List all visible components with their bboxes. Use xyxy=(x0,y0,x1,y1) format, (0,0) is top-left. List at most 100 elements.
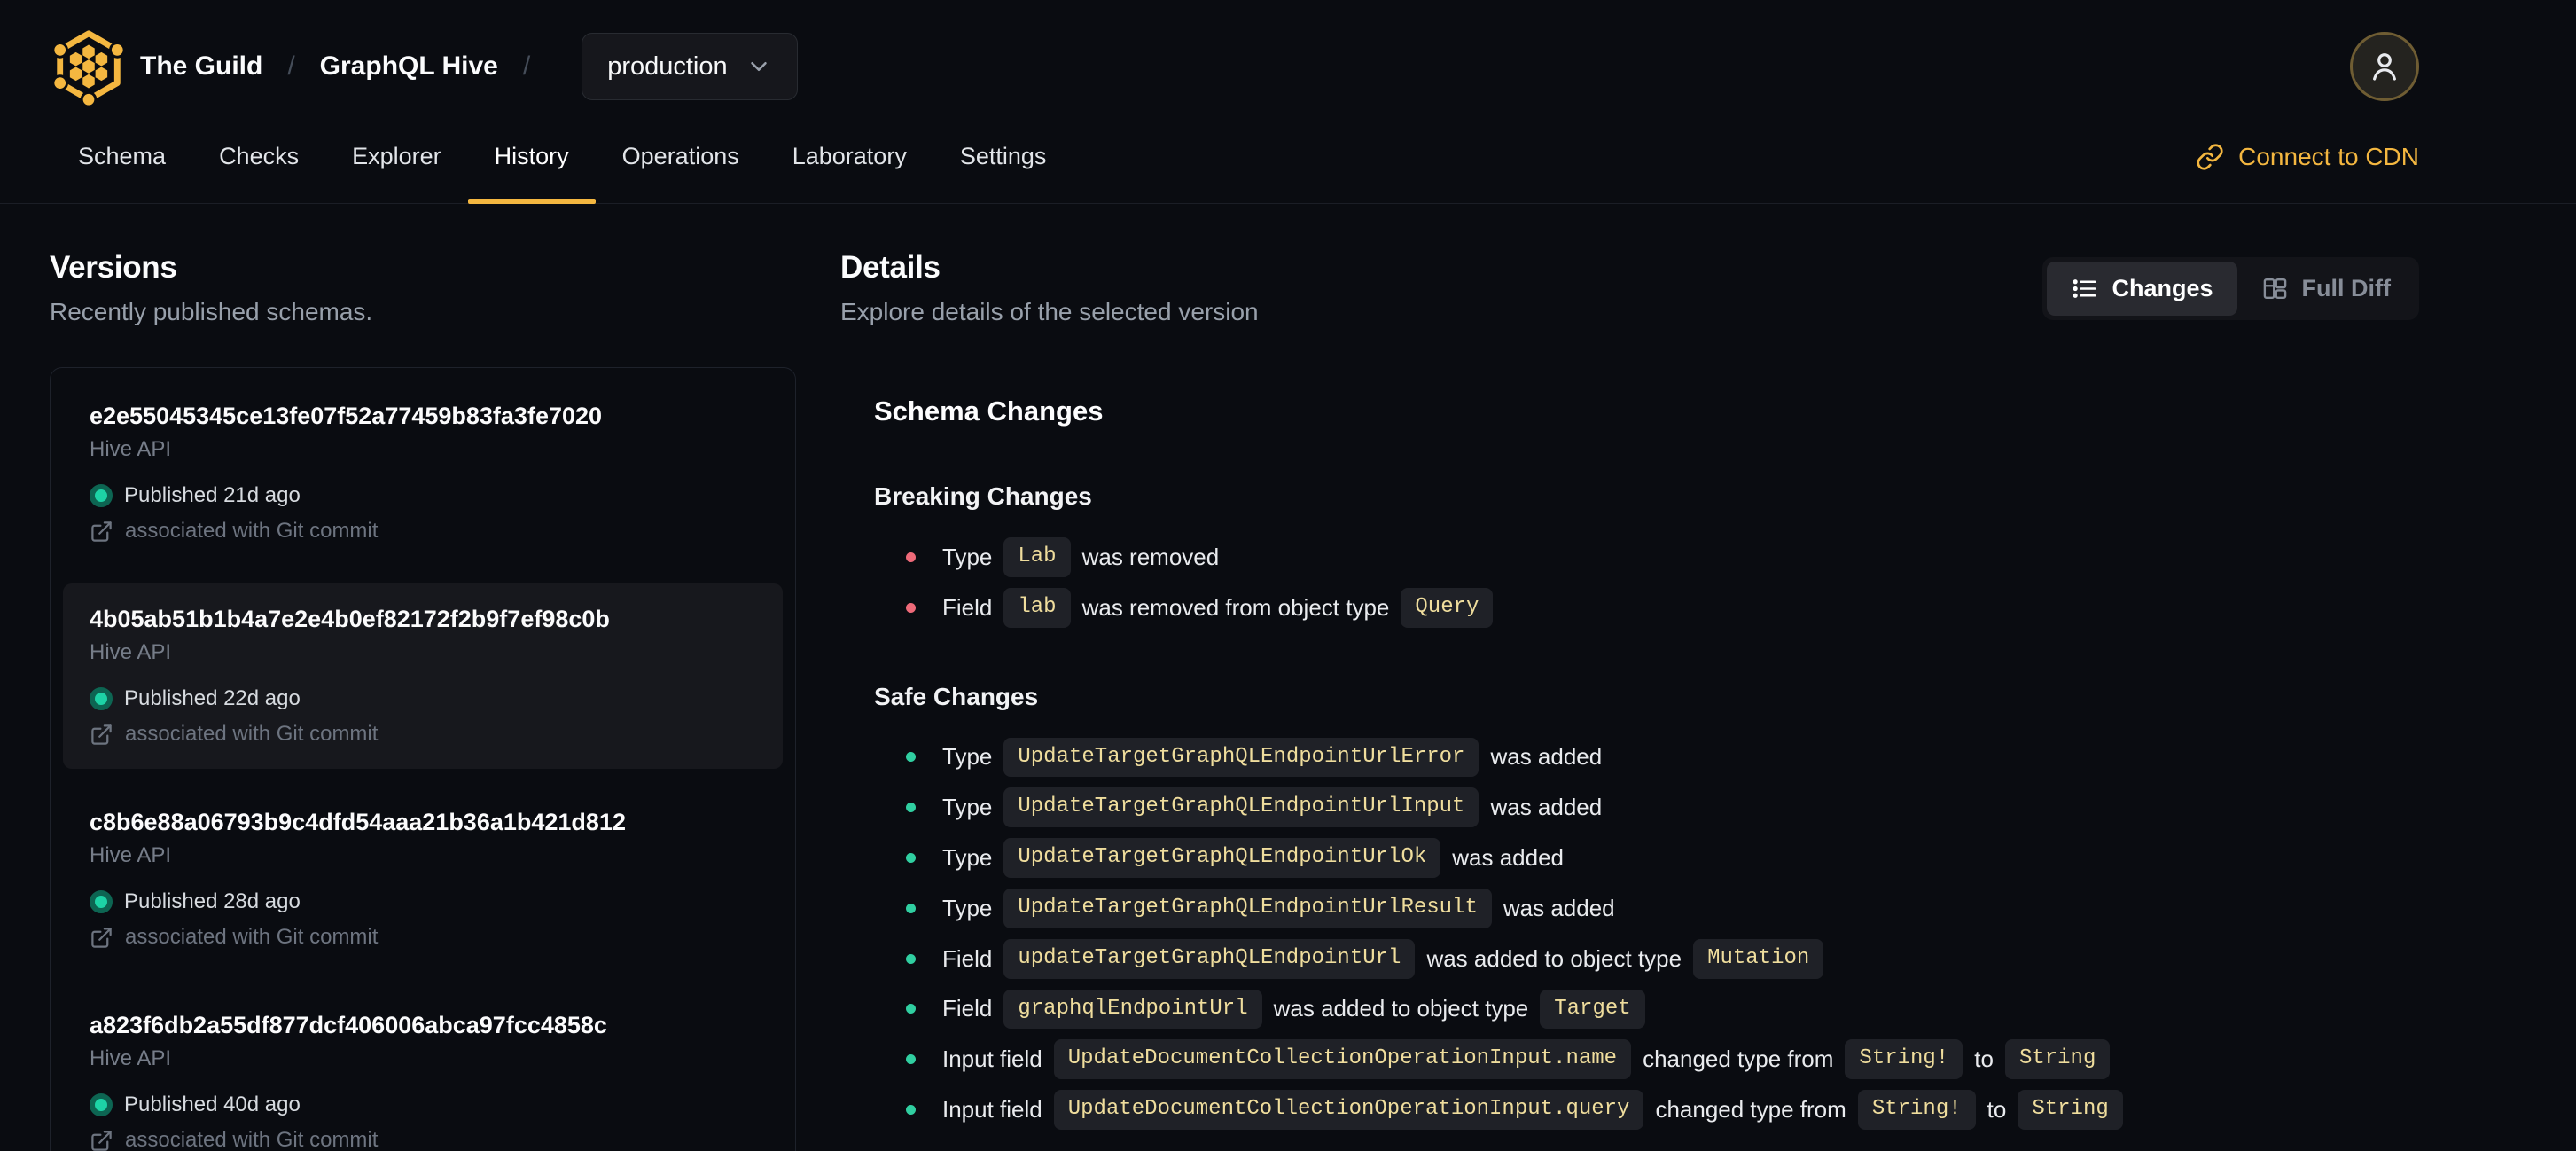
view-toggle: Changes Full Diff xyxy=(2042,256,2419,320)
version-hash: a823f6db2a55df877dcf406006abca97fcc4858c xyxy=(90,1012,607,1038)
change-text: was added xyxy=(1452,844,1565,872)
version-service: Hive API xyxy=(90,1046,172,1070)
change-text: was added xyxy=(1490,794,1603,821)
code-badge: lab xyxy=(1003,587,1071,628)
published-dot-icon xyxy=(90,687,113,710)
git-commit-link[interactable]: associated with Git commit xyxy=(90,1128,756,1151)
version-card[interactable]: a823f6db2a55df877dcf406006abca97fcc4858c… xyxy=(63,990,783,1151)
schema-changes-sections: Breaking Changes Type Lab was removed Field l… xyxy=(874,482,2419,1130)
published-label: Published 40d ago xyxy=(124,1092,301,1116)
code-badge: Target xyxy=(1540,989,1645,1030)
code-badge: UpdateTargetGraphQLEndpointUrlOk xyxy=(1003,838,1441,878)
tab-settings[interactable]: Settings xyxy=(933,110,1073,203)
chevron-down-icon xyxy=(750,62,767,71)
tab-operations[interactable]: Operations xyxy=(596,110,766,203)
change-text: Field xyxy=(942,593,993,621)
view-toggle-label: Changes xyxy=(2112,274,2213,301)
list-icon xyxy=(2071,275,2098,302)
version-service: Hive API xyxy=(90,437,172,461)
breadcrumb-project[interactable]: GraphQL Hive xyxy=(320,51,498,82)
code-badge: Mutation xyxy=(1693,938,1824,979)
change-item: Field updateTargetGraphQLEndpointUrl was a… xyxy=(906,938,2419,979)
connect-cdn-label: Connect to CDN xyxy=(2238,142,2419,170)
details-panel: Details Explore details of the selected … xyxy=(840,250,2419,1151)
external-link-icon xyxy=(90,1129,113,1151)
version-hash: c8b6e88a06793b9c4dfd54aaa21b36a1b421d812 xyxy=(90,809,626,835)
code-badge: UpdateDocumentCollectionOperationInput.n… xyxy=(1053,1039,1632,1080)
change-text: Field xyxy=(942,944,993,972)
link-icon xyxy=(2197,143,2223,170)
versions-subtitle: Recently published schemas. xyxy=(50,298,373,325)
breadcrumb-separator: / xyxy=(287,51,295,81)
version-card[interactable]: c8b6e88a06793b9c4dfd54aaa21b36a1b421d812… xyxy=(63,787,783,972)
change-text: was added xyxy=(1490,743,1603,771)
code-badge: String xyxy=(2018,1090,2123,1130)
code-badge: UpdateDocumentCollectionOperationInput.q… xyxy=(1053,1090,1644,1130)
breadcrumb-separator: / xyxy=(522,51,531,81)
tab-explorer[interactable]: Explorer xyxy=(325,110,468,203)
version-card[interactable]: 4b05ab51b1b4a7e2e4b0ef82172f2b9f7ef98c0b… xyxy=(63,583,783,769)
code-badge: UpdateTargetGraphQLEndpointUrlError xyxy=(1003,737,1479,778)
tab-laboratory[interactable]: Laboratory xyxy=(766,110,933,203)
subsection-title: Safe Changes xyxy=(874,682,1039,710)
change-item: Type Lab was removed xyxy=(906,537,2419,577)
change-text: was added to object type xyxy=(1273,995,1529,1022)
change-text: Type xyxy=(942,894,993,921)
versions-panel: Versions Recently published schemas. e2e… xyxy=(50,250,796,1151)
tab-history[interactable]: History xyxy=(467,110,596,204)
git-commit-label: associated with Git commit xyxy=(125,925,379,949)
git-commit-link[interactable]: associated with Git commit xyxy=(90,925,756,950)
change-text: Type xyxy=(942,743,993,771)
change-text: to xyxy=(1987,1096,2007,1124)
code-badge: UpdateTargetGraphQLEndpointUrlResult xyxy=(1003,888,1492,928)
code-badge: Query xyxy=(1401,587,1494,628)
target-select-value: production xyxy=(607,51,728,81)
git-commit-link[interactable]: associated with Git commit xyxy=(90,722,756,747)
version-card[interactable]: e2e55045345ce13fe07f52a77459b83fa3fe7020… xyxy=(63,380,783,566)
view-toggle-full-diff[interactable]: Full Diff xyxy=(2237,262,2415,316)
change-item: Type UpdateTargetGraphQLEndpointUrlInput w… xyxy=(906,787,2419,828)
change-item: Field lab was removed from object type Quer… xyxy=(906,587,2419,628)
view-toggle-label: Full Diff xyxy=(2301,274,2391,301)
safe-change-list: Type UpdateTargetGraphQLEndpointUrlError w… xyxy=(906,737,2419,1130)
code-badge: String! xyxy=(1857,1090,1976,1130)
target-select[interactable]: production xyxy=(582,33,798,100)
change-text: changed type from xyxy=(1655,1096,1846,1124)
change-text: Type xyxy=(942,543,993,570)
git-commit-label: associated with Git commit xyxy=(125,722,379,746)
git-commit-link[interactable]: associated with Git commit xyxy=(90,519,756,544)
change-text: Input field xyxy=(942,1096,1042,1124)
version-status: Published 28d ago xyxy=(90,889,756,914)
breadcrumb-org[interactable]: The Guild xyxy=(140,51,262,82)
schema-changes-title: Schema Changes xyxy=(874,395,1104,427)
external-link-icon xyxy=(90,520,113,544)
change-item: Type UpdateTargetGraphQLEndpointUrlError w… xyxy=(906,737,2419,778)
user-menu-button[interactable] xyxy=(2350,32,2419,101)
version-status: Published 40d ago xyxy=(90,1092,756,1117)
nav-tab-bar: Schema Checks Explorer History Operations Lab… xyxy=(0,110,2576,204)
change-item: Type UpdateTargetGraphQLEndpointUrlResult… xyxy=(906,888,2419,928)
change-item: Input field UpdateDocumentCollectionOpera… xyxy=(906,1039,2419,1080)
change-text: Type xyxy=(942,844,993,872)
nav-tabs: Schema Checks Explorer History Operations Lab… xyxy=(51,110,1073,204)
published-label: Published 21d ago xyxy=(124,483,301,507)
versions-title: Versions xyxy=(50,250,177,285)
git-commit-label: associated with Git commit xyxy=(125,1128,379,1151)
git-commit-label: associated with Git commit xyxy=(125,519,379,543)
code-badge: updateTargetGraphQLEndpointUrl xyxy=(1003,938,1416,979)
published-dot-icon xyxy=(90,484,113,507)
change-item: Type UpdateTargetGraphQLEndpointUrlOk was … xyxy=(906,838,2419,878)
details-subtitle: Explore details of the selected version xyxy=(840,298,1259,325)
versions-list: e2e55045345ce13fe07f52a77459b83fa3fe7020… xyxy=(50,367,796,1151)
published-label: Published 28d ago xyxy=(124,889,301,913)
tab-checks[interactable]: Checks xyxy=(192,110,325,203)
change-text: was added xyxy=(1503,894,1615,921)
details-heading-block: Details Explore details of the selected … xyxy=(840,250,1259,326)
view-toggle-changes[interactable]: Changes xyxy=(2047,261,2237,316)
external-link-icon xyxy=(90,926,113,950)
tab-schema[interactable]: Schema xyxy=(51,110,192,203)
version-status: Published 21d ago xyxy=(90,483,756,508)
change-text: changed type from xyxy=(1643,1045,1834,1073)
connect-cdn-link[interactable]: Connect to CDN xyxy=(2196,110,2419,203)
hive-logo-icon[interactable] xyxy=(48,26,129,107)
